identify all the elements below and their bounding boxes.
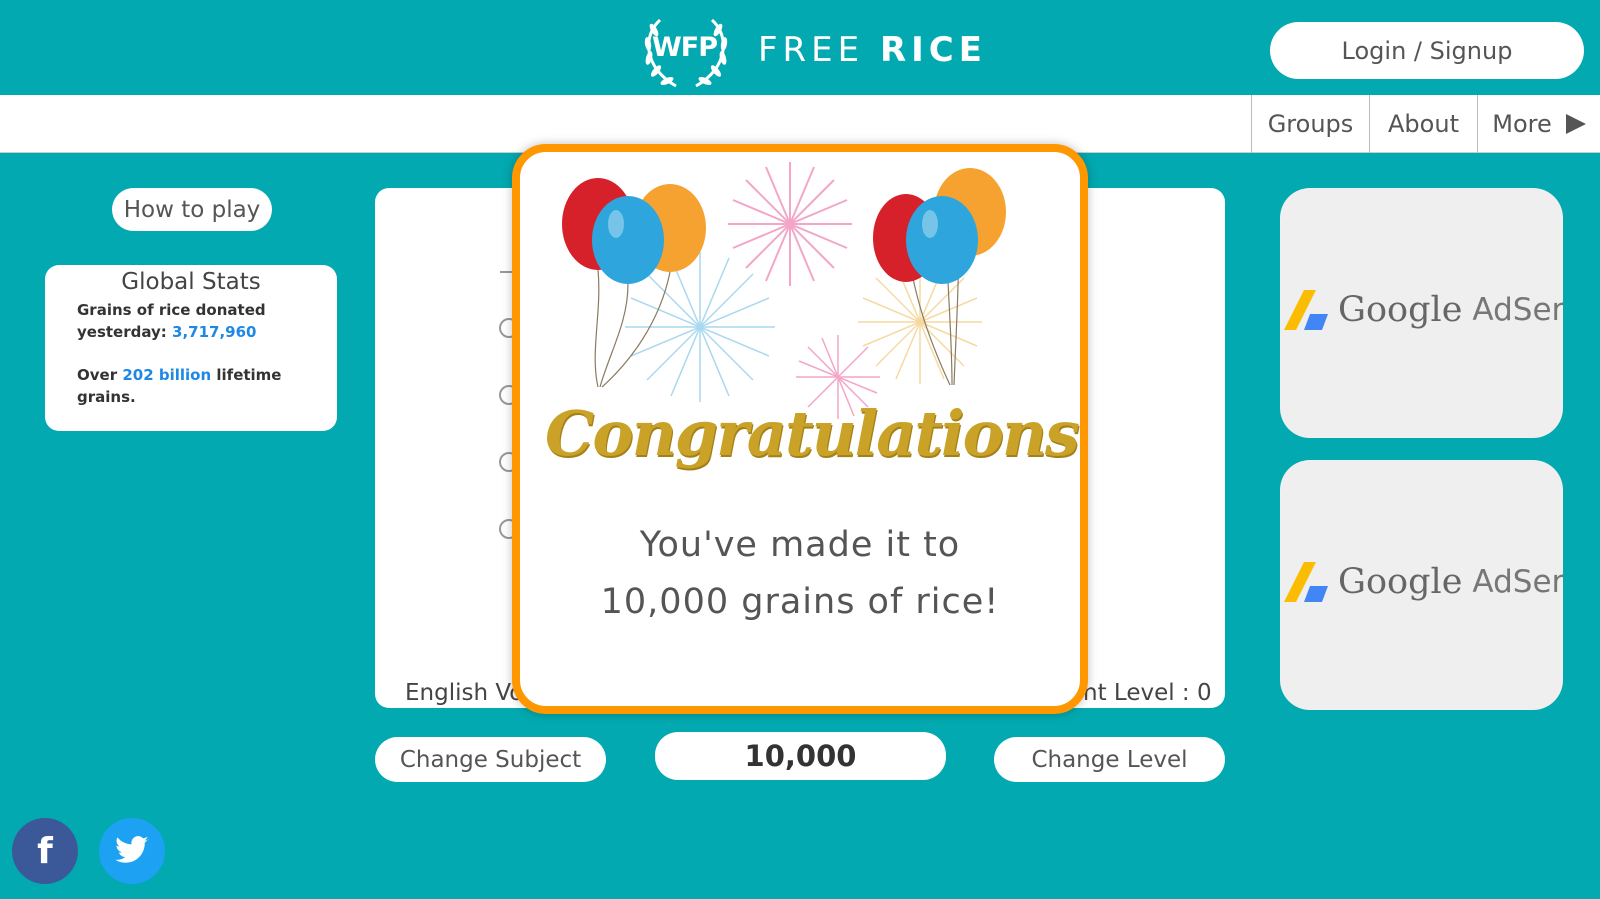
ad-content: Google AdSense	[1284, 560, 1563, 604]
ad-adsense-text: AdSense	[1472, 292, 1563, 328]
firework-icon	[858, 260, 982, 384]
stats-lifetime: Over 202 billion lifetime grains.	[77, 364, 305, 408]
brand-bold: RICE	[879, 30, 987, 70]
twitter-icon	[115, 836, 149, 863]
facebook-icon: f	[37, 830, 53, 872]
chevron-right-icon	[1565, 114, 1586, 134]
modal-line-2: 10,000 grains of rice!	[600, 582, 1000, 622]
ad-banner[interactable]: Google AdSense	[1280, 188, 1563, 438]
nav-item-label: Groups	[1267, 110, 1354, 138]
freerice-logo[interactable]: WFP FREE RICE	[638, 10, 987, 90]
facebook-button[interactable]: f	[12, 818, 78, 884]
modal-line-1: You've made it to	[639, 525, 961, 565]
adsense-icon	[1284, 562, 1328, 602]
global-stats-panel: Global Stats Grains of rice donated yest…	[45, 265, 337, 431]
lifetime-value: 202 billion	[122, 366, 212, 384]
donated-value: 3,717,960	[172, 323, 257, 341]
stats-title: Global Stats	[121, 269, 261, 295]
nav-item-label: More	[1492, 110, 1552, 138]
ad-google-text: Google	[1338, 562, 1463, 602]
rice-score: 10,000	[655, 732, 946, 780]
ad-google-text: Google	[1338, 290, 1463, 330]
login-signup-button[interactable]: Login / Signup	[1270, 22, 1584, 79]
nav-item-more[interactable]: More	[1477, 95, 1600, 153]
brand-name: FREE RICE	[758, 30, 987, 70]
balloon-icon	[906, 196, 978, 284]
how-to-play-button[interactable]: How to play	[112, 188, 272, 231]
nav-item-label: About	[1388, 110, 1459, 138]
brand-light: FREE	[758, 30, 880, 70]
twitter-button[interactable]	[99, 818, 165, 884]
nav-item-about[interactable]: About	[1369, 95, 1477, 153]
change-level-button[interactable]: Change Level	[994, 737, 1225, 782]
change-subject-button[interactable]: Change Subject	[375, 737, 606, 782]
balloon-icon	[592, 196, 664, 284]
ad-content: Google AdSense	[1284, 288, 1563, 332]
balloon-icon	[594, 269, 671, 388]
lifetime-prefix: Over	[77, 366, 123, 384]
adsense-icon	[1284, 290, 1328, 330]
stats-donated: Grains of rice donated yesterday: 3,717,…	[77, 299, 305, 343]
wfp-text: WFP	[652, 32, 718, 63]
congratulations-modal[interactable]: Congratulations You've made it to 10,000…	[512, 144, 1088, 714]
top-bar: WFP FREE RICE Login / Signup	[0, 0, 1600, 95]
level-label: nt Level : 0	[1083, 680, 1212, 706]
modal-message: You've made it to 10,000 grains of rice!	[520, 517, 1080, 631]
ad-adsense-text: AdSense	[1472, 564, 1563, 600]
congratulations-banner: Congratulations	[545, 397, 1080, 470]
nav-item-groups[interactable]: Groups	[1251, 95, 1369, 153]
ad-banner[interactable]: Google AdSense	[1280, 460, 1563, 710]
subject-label: English Vo	[405, 680, 524, 706]
wfp-logo: WFP	[638, 10, 734, 90]
firework-icon	[728, 162, 852, 286]
